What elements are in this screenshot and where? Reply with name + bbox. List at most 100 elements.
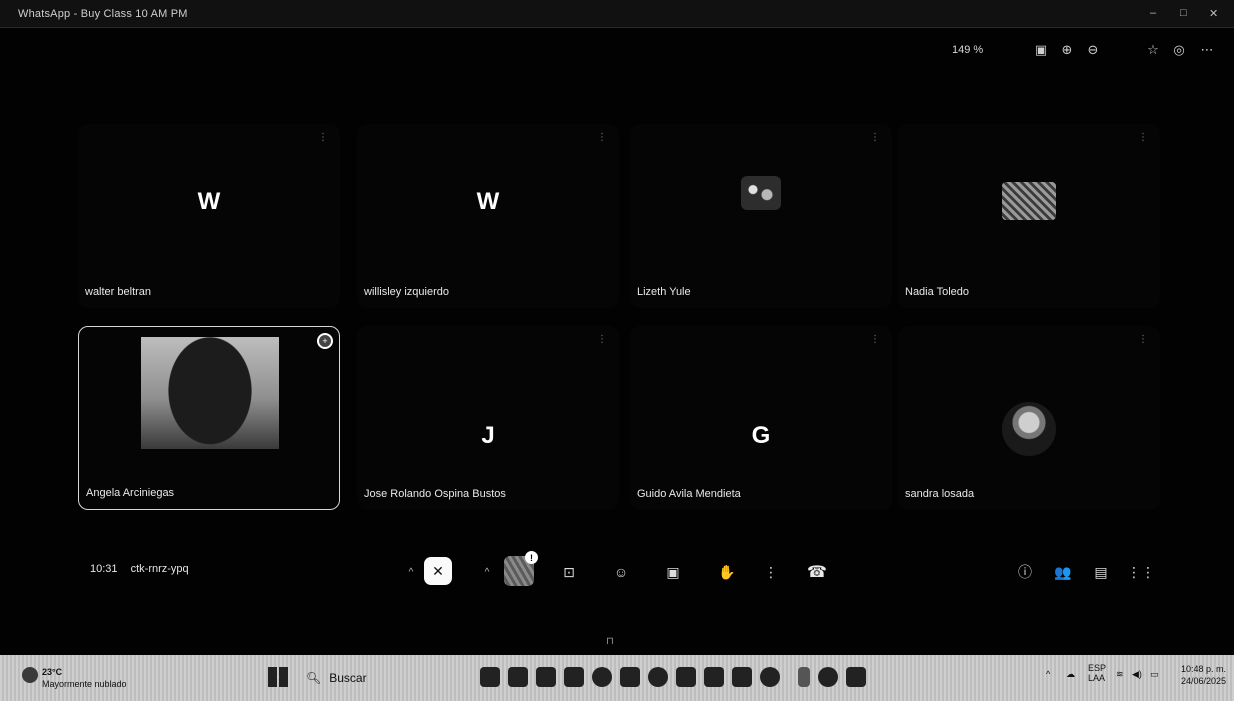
copilot-icon[interactable] <box>818 667 838 687</box>
app-icon[interactable] <box>732 667 752 687</box>
minimize-button[interactable]: – <box>1150 7 1156 19</box>
screen: WhatsApp - Buy Class 10 AM PM – □ ✕ 149 … <box>0 0 1234 701</box>
task-view-icon[interactable] <box>480 667 500 687</box>
notification-badge: ! <box>525 551 538 564</box>
meeting-code: ctk-rnrz-ypq <box>130 563 189 575</box>
pin-icon[interactable]: + <box>317 333 333 349</box>
participant-name: Guido Avila Mendieta <box>637 488 741 500</box>
camera-button[interactable]: ! <box>504 551 538 586</box>
tile-more-icon[interactable]: ⋮ <box>870 334 880 345</box>
meeting-info: 10:31 ctk-rnrz-ypq <box>90 563 199 575</box>
windows-taskbar: 23°C Mayormente nublado 🔍︎ Buscar ^ ☁ ES… <box>0 655 1234 701</box>
emoji-icon[interactable]: ☺ <box>606 558 636 586</box>
tile-more-icon[interactable]: ⋮ <box>318 132 328 143</box>
file-explorer-icon[interactable] <box>508 667 528 687</box>
weather-widget[interactable]: 23°C Mayormente nublado <box>22 665 142 693</box>
tray-chevron-icon[interactable]: ^ <box>1046 669 1050 679</box>
participant-tile[interactable]: ⋮ sandra losada <box>898 326 1160 510</box>
region-code: LAA <box>1088 673 1106 683</box>
taskbar-clock[interactable]: 10:48 p. m. 24/06/2025 <box>1166 663 1226 687</box>
maximize-button[interactable]: □ <box>1180 7 1187 19</box>
participant-initial: W <box>197 188 221 215</box>
participant-tile[interactable]: ⋮ W willisley izquierdo <box>357 124 619 308</box>
participant-video <box>141 337 279 449</box>
battery-icon[interactable]: ▭ <box>1150 669 1159 680</box>
weather-icon <box>22 667 38 683</box>
wifi-icon[interactable]: ≋ <box>1116 669 1124 680</box>
present-screen-icon[interactable]: ▣ <box>658 558 688 586</box>
language-code: ESP <box>1088 663 1107 673</box>
meeting-controls: 10:31 ctk-rnrz-ypq ^ ✕ ^ ! ⊡ ☺ ▣ ✋ ⋮ ☎ ⓘ… <box>0 548 1234 594</box>
whatsapp-icon[interactable] <box>648 667 668 687</box>
participant-avatar <box>1002 182 1056 220</box>
zoom-level[interactable]: 149 % <box>952 44 983 56</box>
tile-more-icon[interactable]: ⋮ <box>1138 132 1148 143</box>
participant-name: Nadia Toledo <box>905 286 970 298</box>
browser-toolbar: 149 % ▣ ⊕ ⊖ ☆ ◎ ⋯ <box>0 29 1234 71</box>
participant-name: willisley izquierdo <box>364 286 449 298</box>
taskbar-search[interactable]: 🔍︎ Buscar <box>296 665 474 691</box>
meeting-details-icon[interactable]: ⓘ <box>1010 558 1040 586</box>
participant-tile-active[interactable]: + Angela Arciniegas <box>78 326 340 510</box>
settings-icon[interactable] <box>760 667 780 687</box>
participant-tile[interactable]: ⋮ W walter beltran <box>78 124 340 308</box>
clock-date: 24/06/2025 <box>1180 676 1226 686</box>
window-titlebar: WhatsApp - Buy Class 10 AM PM – □ ✕ <box>0 0 1234 28</box>
zoom-out-icon[interactable]: ⊖ <box>1080 37 1106 63</box>
participant-tile[interactable]: ⋮ Lizeth Yule <box>630 124 892 308</box>
participant-tile[interactable]: ⋮ J Jose Rolando Ospina Bustos <box>357 326 619 510</box>
mic-options-chevron-icon[interactable]: ^ <box>404 558 418 586</box>
participant-name: walter beltran <box>85 286 152 298</box>
participant-initial: W <box>476 188 500 215</box>
tile-more-icon[interactable]: ⋮ <box>1138 334 1148 345</box>
weather-temp: 23°C <box>42 667 63 677</box>
camera-options-chevron-icon[interactable]: ^ <box>480 558 494 586</box>
captions-icon[interactable]: ⊡ <box>554 558 584 586</box>
hang-up-button[interactable]: ☎ <box>802 558 832 586</box>
meeting-time: 10:31 <box>90 563 118 575</box>
tile-more-icon[interactable]: ⋮ <box>597 132 607 143</box>
chrome-icon[interactable] <box>592 667 612 687</box>
word-icon[interactable] <box>846 667 866 687</box>
participant-name: Lizeth Yule <box>637 286 691 298</box>
media-player-icon[interactable] <box>620 667 640 687</box>
clock-time: 10:48 p. m. <box>1180 664 1226 674</box>
weather-description: Mayormente nublado <box>42 679 127 689</box>
participant-tile[interactable]: ⋮ Nadia Toledo <box>898 124 1160 308</box>
participant-avatar <box>1002 402 1056 456</box>
profile-icon[interactable]: ◎ <box>1166 37 1192 63</box>
participant-name: sandra losada <box>905 488 975 500</box>
capcut-icon[interactable] <box>704 667 724 687</box>
mic-off-button[interactable]: ✕ <box>424 557 452 585</box>
cloud-icon[interactable]: ☁ <box>1066 669 1075 680</box>
window-title: WhatsApp - Buy Class 10 AM PM <box>18 8 188 20</box>
participant-initial: J <box>481 422 495 449</box>
dropbox-icon[interactable] <box>536 667 556 687</box>
store-icon[interactable] <box>676 667 696 687</box>
participant-name: Angela Arciniegas <box>86 487 175 499</box>
tile-more-icon[interactable]: ⋮ <box>870 132 880 143</box>
participant-avatar <box>741 176 781 210</box>
reader-icon[interactable]: ▣ <box>1028 37 1054 63</box>
meet-app-icon[interactable] <box>564 667 584 687</box>
chat-icon[interactable]: ▤ <box>1086 558 1116 586</box>
overflow-icon[interactable] <box>798 667 810 687</box>
participant-name: Jose Rolando Ospina Bustos <box>364 488 506 500</box>
more-options-icon[interactable]: ⋮ <box>756 558 786 586</box>
zoom-in-icon[interactable]: ⊕ <box>1054 37 1080 63</box>
favorite-star-icon[interactable]: ☆ <box>1140 37 1166 63</box>
start-icon[interactable] <box>268 667 288 687</box>
search-label: Buscar <box>329 671 367 685</box>
raise-hand-icon[interactable]: ✋ <box>712 558 742 586</box>
volume-icon[interactable]: ◀) <box>1132 669 1142 680</box>
search-icon: 🔍︎ <box>306 671 322 685</box>
close-button[interactable]: ✕ <box>1209 7 1218 20</box>
activities-icon[interactable]: ⋮⋮ <box>1126 558 1156 586</box>
people-icon[interactable]: 👥 <box>1048 558 1078 586</box>
captions-toggle-hint: ⊓ <box>606 636 614 647</box>
more-icon[interactable]: ⋯ <box>1194 37 1220 63</box>
language-indicator[interactable]: ESP LAA <box>1088 663 1106 683</box>
participant-tile[interactable]: ⋮ G Guido Avila Mendieta <box>630 326 892 510</box>
tile-more-icon[interactable]: ⋮ <box>597 334 607 345</box>
participant-initial: G <box>751 422 771 449</box>
